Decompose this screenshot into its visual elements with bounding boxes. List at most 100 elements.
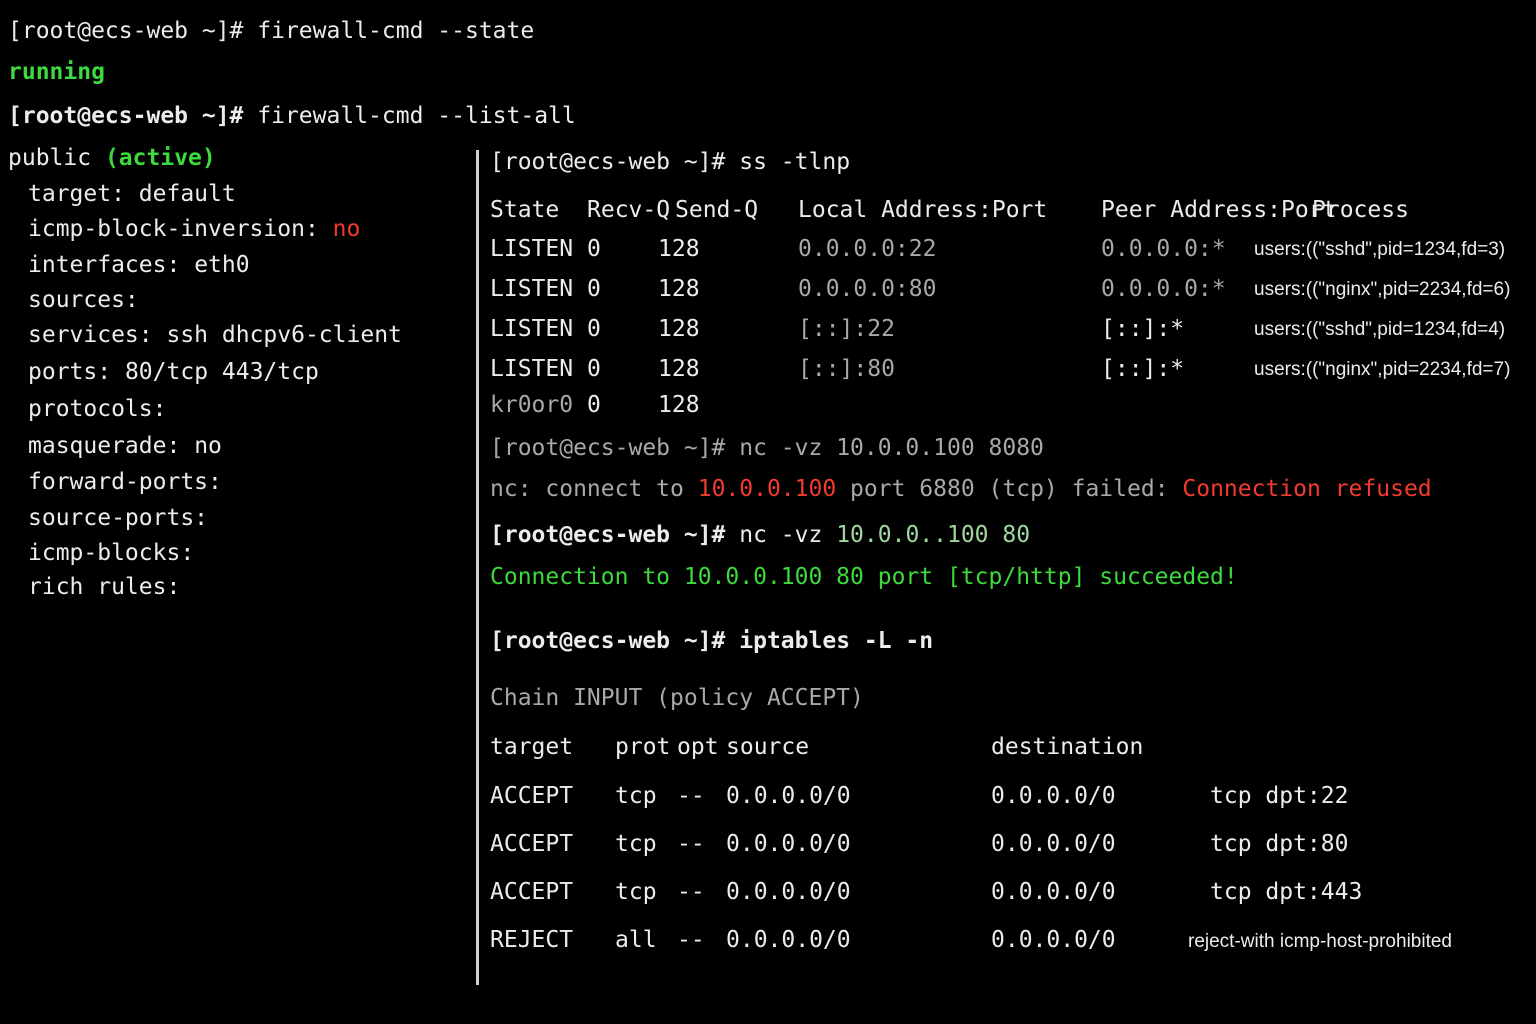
setting-key: interfaces:: [28, 252, 181, 278]
ss-header-local: Local Address:Port: [798, 197, 1048, 223]
ss-header-recvq: Recv-Q: [587, 197, 671, 223]
iptables-cell-extra: reject-with icmp-host-prohibited: [1188, 931, 1452, 952]
setting-forward-ports: forward-ports:: [28, 468, 236, 496]
command-line-nc-8080: [root@ecs-web ~]# nc -vz 10.0.0.100 8080: [490, 434, 1044, 462]
ss-cell-recvq: 0: [587, 276, 601, 302]
output-text: port 6880 (tcp) failed:: [836, 476, 1183, 502]
ss-cell-process: users:(("nginx",pid=2234,fd=6): [1254, 279, 1511, 300]
ss-cell-state: LISTEN: [490, 236, 574, 262]
zone-name: public: [8, 145, 92, 171]
ss-cell-state: LISTEN: [490, 276, 574, 302]
iptables-cell-opt: --: [677, 783, 705, 809]
ss-cell-local: [::]:22: [798, 316, 895, 342]
iptables-cell-destination: 0.0.0.0/0: [991, 927, 1116, 953]
command-target: 10.0.0..100 80: [836, 522, 1031, 548]
command-text: firewall-cmd --list-all: [257, 103, 576, 129]
ss-header-process: Process: [1312, 197, 1409, 223]
iptables-cell-source: 0.0.0.0/0: [726, 879, 851, 905]
ss-cell-local: 0.0.0.0:22: [798, 236, 937, 262]
ss-cell-recvq: 0: [587, 356, 601, 382]
zone-status: (active): [104, 145, 216, 171]
ss-cell-peer: [::]:*: [1101, 356, 1185, 382]
setting-masquerade: masquerade: no: [28, 432, 222, 460]
ss-cell-sendq: 128: [658, 392, 700, 418]
pane-divider[interactable]: [476, 150, 479, 985]
ss-cell-process: users:(("sshd",pid=1234,fd=4): [1254, 319, 1506, 340]
chain-header: Chain INPUT (policy ACCEPT): [490, 685, 864, 711]
setting-interfaces: interfaces: eth0: [28, 251, 250, 279]
nc-failed-output: nc: connect to 10.0.0.100 port 6880 (tcp…: [490, 475, 1432, 503]
setting-key: icmp-blocks:: [28, 540, 195, 566]
setting-rich-rules: rich rules:: [28, 573, 194, 601]
iptables-cell-opt: --: [677, 879, 705, 905]
command-text: nc -vz: [739, 522, 837, 548]
prompt: [root@ecs-web ~]#: [8, 103, 244, 129]
output-text: nc: connect to: [490, 476, 698, 502]
setting-sources: sources:: [28, 286, 153, 314]
ss-cell-state: LISTEN: [490, 356, 574, 382]
iptables-cell-extra: tcp dpt:443: [1210, 879, 1363, 905]
iptables-header-target: target: [490, 734, 574, 760]
iptables-cell-opt: --: [677, 831, 705, 857]
iptables-cell-destination: 0.0.0.0/0: [991, 831, 1116, 857]
setting-key: sources:: [28, 287, 139, 313]
setting-key: source-ports:: [28, 505, 209, 531]
ss-cell-process: users:(("nginx",pid=2234,fd=7): [1254, 359, 1511, 380]
setting-services: services: ssh dhcpv6-client: [28, 321, 402, 349]
setting-value: no: [194, 433, 222, 459]
iptables-cell-extra: tcp dpt:80: [1210, 831, 1349, 857]
ss-cell-recvq: 0: [587, 236, 601, 262]
iptables-cell-target: ACCEPT: [490, 879, 574, 905]
command-text: iptables -L -n: [739, 628, 934, 654]
setting-source-ports: source-ports:: [28, 504, 222, 532]
prompt: [root@ecs-web ~]#: [490, 522, 726, 548]
command-line-iptables: [root@ecs-web ~]# iptables -L -n: [490, 627, 933, 655]
iptables-header-opt: opt: [677, 734, 719, 760]
iptables-cell-source: 0.0.0.0/0: [726, 927, 851, 953]
ss-cell-sendq: 128: [658, 276, 700, 302]
prompt: [root@ecs-web ~]#: [8, 18, 244, 44]
command-line-list-all: [root@ecs-web ~]# firewall-cmd --list-al…: [8, 102, 576, 130]
iptables-cell-prot: tcp: [615, 879, 657, 905]
zone-line: public (active): [8, 144, 216, 172]
ss-cell-recvq: 0: [587, 316, 601, 342]
nc-success-output: Connection to 10.0.0.100 80 port [tcp/ht…: [490, 564, 1238, 590]
ss-cell-sendq: 128: [658, 236, 700, 262]
iptables-cell-source: 0.0.0.0/0: [726, 831, 851, 857]
ss-cell-sendq: 128: [658, 316, 700, 342]
ss-cell-sendq: 128: [658, 356, 700, 382]
setting-target: target: default: [28, 180, 236, 208]
setting-key: target:: [28, 181, 125, 207]
iptables-header-prot: prot: [615, 734, 671, 760]
ss-cell-recvq: 0: [587, 392, 601, 418]
setting-value: 80/tcp 443/tcp: [124, 359, 319, 385]
iptables-cell-target: REJECT: [490, 927, 574, 953]
prompt: [root@ecs-web ~]#: [490, 149, 726, 175]
ss-cell-peer: 0.0.0.0:*: [1101, 276, 1226, 302]
setting-key: rich rules:: [28, 574, 181, 600]
iptables-cell-prot: all: [615, 927, 657, 953]
ss-cell-local: [::]:80: [798, 356, 895, 382]
command-text: nc -vz 10.0.0.100 8080: [739, 435, 1044, 461]
command-line-ss: [root@ecs-web ~]# ss -tlnp: [490, 148, 850, 176]
error-message: Connection refused: [1182, 476, 1432, 502]
setting-value: no: [332, 216, 361, 242]
setting-key: ports:: [28, 359, 112, 385]
prompt: [root@ecs-web ~]#: [490, 435, 726, 461]
iptables-cell-opt: --: [677, 927, 705, 953]
iptables-header-source: source: [726, 734, 810, 760]
prompt: [root@ecs-web ~]#: [490, 628, 726, 654]
setting-protocols: protocols:: [28, 395, 180, 423]
command-line-nc-80: [root@ecs-web ~]# nc -vz 10.0.0..100 80: [490, 521, 1030, 549]
iptables-cell-source: 0.0.0.0/0: [726, 783, 851, 809]
setting-key: masquerade:: [28, 433, 181, 459]
ss-header-peer: Peer Address:Port: [1101, 197, 1337, 223]
ss-cell-state: kr0or0: [490, 392, 574, 418]
setting-key: protocols:: [28, 396, 167, 422]
setting-icmp-block-inversion: icmp-block-inversion: no: [28, 215, 360, 243]
iptables-cell-prot: tcp: [615, 783, 657, 809]
command-text: ss -tlnp: [739, 149, 851, 175]
ss-cell-process: users:(("sshd",pid=1234,fd=3): [1254, 239, 1506, 260]
setting-icmp-blocks: icmp-blocks:: [28, 539, 208, 567]
output-ip: 10.0.0.100: [697, 476, 837, 502]
